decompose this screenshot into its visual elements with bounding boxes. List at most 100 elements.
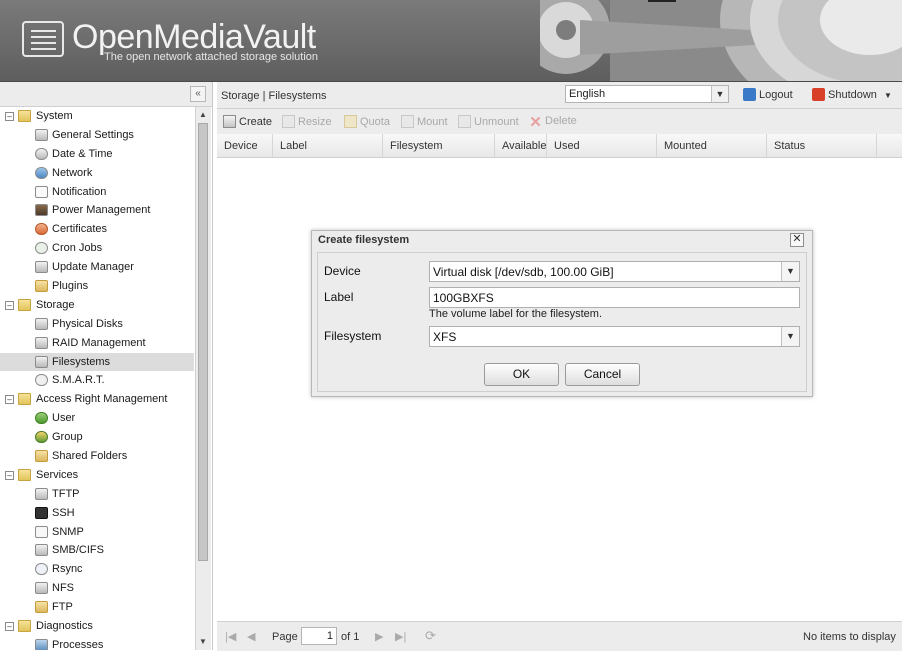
sidebar-item-filesystems[interactable]: Filesystems [0, 352, 194, 372]
sidebar-item-label: General Settings [52, 128, 134, 141]
first-page-icon[interactable]: |◀ [225, 630, 236, 643]
close-icon[interactable]: ✕ [790, 233, 804, 247]
mount-label: Mount [417, 116, 448, 128]
column-header-label[interactable]: Label [273, 134, 383, 157]
sidebar-item-label: Date & Time [52, 147, 113, 160]
magnifier-icon [35, 374, 48, 387]
scheduled-clock-icon [35, 242, 48, 255]
tree-group-diagnostics[interactable]: – Diagnostics [0, 617, 194, 636]
menu-icon [22, 21, 64, 57]
sidebar-item-group[interactable]: Group [0, 428, 194, 447]
create-button[interactable]: Create [223, 115, 272, 128]
sidebar-item-smb-cifs[interactable]: SMB/CIFS [0, 541, 194, 560]
column-header-status[interactable]: Status [767, 134, 877, 157]
sidebar-item-update-manager[interactable]: Update Manager [0, 258, 194, 277]
mount-button[interactable]: Mount [401, 115, 448, 128]
sidebar-item-date-time[interactable]: Date & Time [0, 145, 194, 164]
page-count: of 1 [341, 631, 360, 643]
group-icon [35, 431, 48, 444]
unmount-button[interactable]: Unmount [458, 115, 519, 128]
quota-button[interactable]: Quota [344, 115, 390, 128]
app-subtitle: The open network attached storage soluti… [104, 51, 319, 63]
sidebar-item-nfs[interactable]: NFS [0, 579, 194, 598]
cancel-button[interactable]: Cancel [565, 363, 640, 386]
chevron-down-icon[interactable]: ▼ [711, 86, 728, 102]
sidebar-item-physical-disks[interactable]: Physical Disks [0, 315, 194, 334]
sidebar-item-notification[interactable]: Notification [0, 183, 194, 202]
sidebar-item-ftp[interactable]: FTP [0, 598, 194, 617]
column-header-available[interactable]: Available [495, 134, 547, 157]
sidebar-item-raid-management[interactable]: RAID Management [0, 334, 194, 353]
create-label: Create [239, 116, 273, 128]
filesystem-label: Filesystem [324, 329, 382, 343]
filesystem-value: XFS [433, 330, 457, 344]
sidebar-item-shared-folders[interactable]: Shared Folders [0, 447, 194, 466]
sidebar-item-general-settings[interactable]: General Settings [0, 126, 194, 145]
logout-label: Logout [759, 89, 793, 101]
tree-group-storage[interactable]: – Storage [0, 296, 194, 315]
sidebar-item-rsync[interactable]: Rsync [0, 560, 194, 579]
shutdown-button[interactable]: Shutdown ▼ [812, 88, 892, 101]
scroll-down-icon[interactable]: ▼ [198, 636, 208, 648]
resize-icon [282, 115, 295, 128]
delete-button[interactable]: ✕ Delete [529, 115, 577, 130]
quota-icon [344, 115, 357, 128]
collapse-toggle-icon[interactable]: – [5, 622, 14, 632]
sidebar-item-power-management[interactable]: Power Management [0, 201, 194, 220]
sidebar-item-cron-jobs[interactable]: Cron Jobs [0, 239, 194, 258]
column-header-used[interactable]: Used [547, 134, 657, 157]
tree-group-services[interactable]: – Services [0, 466, 194, 485]
last-page-icon[interactable]: ▶| [395, 630, 406, 643]
sidebar-item-ssh[interactable]: SSH [0, 504, 194, 523]
column-header-mounted[interactable]: Mounted [657, 134, 767, 157]
quota-label: Quota [360, 116, 390, 128]
sidebar-item-label: Rsync [52, 563, 83, 576]
sidebar-item-tftp[interactable]: TFTP [0, 485, 194, 504]
sidebar-item-user[interactable]: User [0, 409, 194, 428]
previous-page-icon[interactable]: ◀ [247, 630, 255, 643]
column-header-device[interactable]: Device [217, 134, 273, 157]
collapse-toggle-icon[interactable]: – [5, 300, 14, 310]
sidebar-item-label: Network [52, 166, 93, 179]
sidebar-item-plugins[interactable]: Plugins [0, 277, 194, 296]
chevron-down-icon[interactable]: ▼ [781, 327, 799, 346]
label-input[interactable]: 100GBXFS [429, 287, 800, 308]
collapse-toggle-icon[interactable]: – [5, 112, 14, 121]
folder-icon [18, 468, 31, 481]
chevron-down-icon: ▼ [884, 91, 892, 100]
collapse-panel-button[interactable]: « [190, 86, 206, 102]
collapse-toggle-icon[interactable]: – [5, 395, 14, 405]
empty-status-text: No items to display [803, 631, 896, 643]
device-select[interactable]: Virtual disk [/dev/sdb, 100.00 GiB] ▼ [429, 261, 800, 282]
tree-group-label: System [36, 110, 73, 122]
sidebar-item-label: Group [52, 431, 83, 444]
navigation-scrollbar[interactable]: ▲ ▼ [195, 107, 211, 650]
page-label: Page [272, 631, 298, 643]
page-number-input[interactable]: 1 [301, 627, 337, 645]
filesystem-select[interactable]: XFS ▼ [429, 326, 800, 347]
next-page-icon[interactable]: ▶ [375, 630, 383, 643]
ok-button[interactable]: OK [484, 363, 559, 386]
scrollbar-thumb[interactable] [198, 123, 208, 561]
tree-group-access-right-management[interactable]: – Access Right Management [0, 390, 194, 409]
sidebar-item-snmp[interactable]: SNMP [0, 523, 194, 542]
chevron-down-icon[interactable]: ▼ [781, 262, 799, 281]
sidebar-item-smart[interactable]: S.M.A.R.T. [0, 371, 194, 390]
note-icon [35, 185, 48, 198]
sidebar-item-network[interactable]: Network [0, 164, 194, 183]
tree-group-system[interactable]: – System [0, 107, 194, 126]
logout-button[interactable]: Logout [743, 88, 793, 101]
refresh-icon[interactable]: ⟳ [425, 628, 436, 644]
resize-button[interactable]: Resize [282, 115, 332, 128]
sidebar-item-processes[interactable]: Processes [0, 636, 194, 650]
device-label: Device [324, 264, 361, 278]
language-select[interactable]: English ▼ [565, 85, 729, 103]
scroll-up-icon[interactable]: ▲ [198, 109, 208, 121]
sidebar-item-label: NFS [52, 582, 74, 595]
sidebar-item-label: Processes [52, 638, 104, 650]
sidebar-item-certificates[interactable]: Certificates [0, 220, 194, 239]
dialog-form: Device Virtual disk [/dev/sdb, 100.00 Gi… [317, 252, 807, 392]
collapse-toggle-icon[interactable]: – [5, 470, 14, 480]
column-header-filesystem[interactable]: Filesystem [383, 134, 495, 157]
tree-group-label: Diagnostics [36, 620, 93, 633]
